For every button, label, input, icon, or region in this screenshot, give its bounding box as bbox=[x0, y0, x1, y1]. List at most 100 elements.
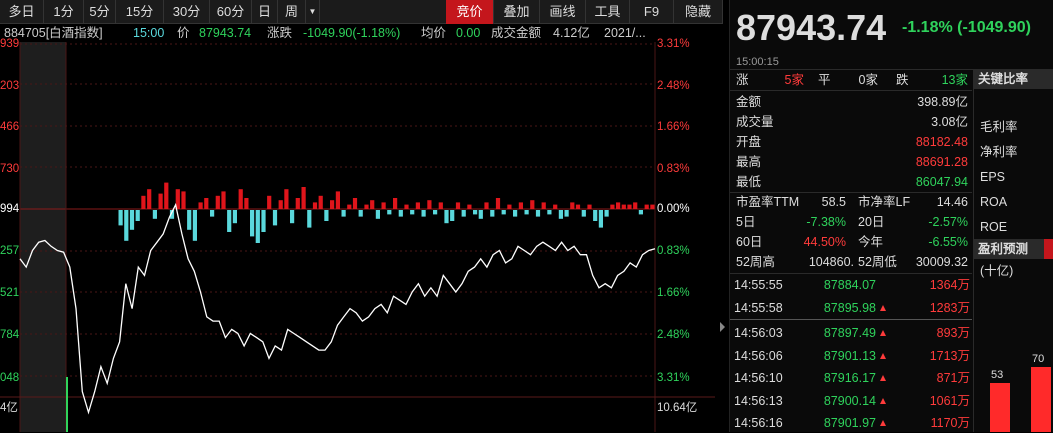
up-arrow-icon bbox=[880, 397, 886, 404]
pb-value: 14.46 bbox=[936, 195, 968, 209]
wk52-high-value: 104860. bbox=[808, 255, 854, 269]
up-bar bbox=[204, 198, 209, 209]
ytd-label: 今年 bbox=[858, 235, 884, 249]
period-tab[interactable]: 多日 bbox=[0, 0, 44, 24]
up-bar bbox=[301, 187, 306, 209]
flat-count: 0家 bbox=[858, 73, 878, 87]
down-bar bbox=[450, 210, 455, 221]
d60-label: 60日 bbox=[736, 235, 763, 249]
forecast-unit: (十亿) bbox=[980, 264, 1014, 278]
up-bar bbox=[575, 204, 581, 209]
tick-volume: 893万 bbox=[936, 326, 970, 340]
down-bar bbox=[358, 210, 363, 217]
right-axis-label: 10.64亿 bbox=[657, 402, 698, 414]
up-bar bbox=[295, 198, 300, 209]
d60-value: 44.50% bbox=[803, 235, 846, 249]
collapse-arrow-icon[interactable] bbox=[720, 322, 725, 332]
down-bar bbox=[255, 210, 260, 243]
chart-toolbar: 多日 1分 5分 15分 30分 60分日周 ▼ 竞价 叠加 画线 工具 F9 隐藏 bbox=[0, 0, 723, 24]
down-bar bbox=[124, 210, 129, 241]
forecast-bar-label: 70 bbox=[1032, 353, 1045, 365]
period-tab[interactable]: 周 bbox=[278, 0, 306, 24]
up-bar bbox=[347, 204, 352, 209]
up-bar bbox=[364, 204, 369, 209]
up-bar bbox=[284, 189, 289, 209]
d5-value: -7.38% bbox=[806, 215, 846, 229]
down-bar bbox=[187, 210, 192, 230]
toolbar-button[interactable]: 画线 bbox=[540, 0, 586, 24]
right-axis-label: 2.48% bbox=[657, 329, 690, 341]
up-bar bbox=[312, 202, 318, 209]
down-bar bbox=[341, 210, 346, 217]
tick-time: 14:56:13 bbox=[734, 393, 783, 408]
down-bar bbox=[473, 210, 478, 215]
up-bar bbox=[507, 204, 512, 209]
quote-row-value: 88691.28 bbox=[915, 155, 968, 169]
period-tab[interactable]: 5分 bbox=[84, 0, 116, 24]
up-arrow-icon bbox=[880, 304, 886, 311]
dropdown-icon[interactable]: ▼ bbox=[306, 0, 320, 24]
info-price: 87943.74 bbox=[199, 26, 252, 40]
up-arrow-icon bbox=[880, 375, 886, 381]
tick-time: 14:55:58 bbox=[734, 300, 783, 315]
up-bar bbox=[570, 202, 575, 209]
down-bar bbox=[261, 210, 266, 232]
right-axis-label: 1.66% bbox=[657, 121, 690, 133]
tick-price: 87900.14 bbox=[823, 393, 876, 408]
ratio-item[interactable]: ROA bbox=[980, 192, 1007, 212]
up-arrow-icon bbox=[880, 420, 886, 426]
quote-panel: 87943.74 -1.18% (-1049.90) 15:00:15 涨 5家平… bbox=[729, 0, 1053, 432]
tick-price: 87901.97 bbox=[823, 416, 876, 430]
period-tab[interactable]: 30分 bbox=[164, 0, 210, 24]
up-count: 5家 bbox=[784, 73, 804, 87]
toolbar-button[interactable]: 叠加 bbox=[494, 0, 540, 24]
up-bar bbox=[147, 189, 152, 209]
down-bar bbox=[152, 210, 157, 219]
down-bar bbox=[290, 210, 295, 224]
down-bar bbox=[433, 210, 438, 215]
up-bar bbox=[467, 204, 472, 209]
up-bar bbox=[427, 200, 432, 209]
down-bar bbox=[192, 210, 197, 241]
toolbar-button[interactable]: 隐藏 bbox=[674, 0, 723, 24]
toolbar-button[interactable]: 竞价 bbox=[446, 0, 494, 24]
period-tab[interactable]: 15分 bbox=[116, 0, 164, 24]
tick-price: 87897.49 bbox=[823, 326, 876, 340]
key-ratios-title[interactable]: 关键比率 bbox=[974, 69, 1053, 89]
up-bar bbox=[404, 204, 409, 209]
tick-price: 87916.17 bbox=[823, 371, 876, 385]
tick-price: 87901.13 bbox=[823, 348, 876, 363]
up-bar bbox=[141, 195, 146, 209]
period-tab[interactable]: 1分 bbox=[44, 0, 84, 24]
up-bar bbox=[158, 193, 163, 209]
quote-row-value: 398.89亿 bbox=[917, 95, 968, 109]
tick-volume: 1061万 bbox=[929, 393, 970, 408]
up-bar bbox=[381, 202, 386, 209]
period-tab[interactable]: 60分 bbox=[210, 0, 252, 24]
toolbar-button[interactable]: 工具 bbox=[586, 0, 630, 24]
down-bar bbox=[444, 210, 449, 224]
up-bar bbox=[181, 191, 186, 209]
up-bar bbox=[198, 202, 203, 209]
ratio-item[interactable]: 毛利率 bbox=[980, 117, 1018, 137]
intraday-chart[interactable] bbox=[0, 42, 715, 432]
wk52-low-value: 30009.32 bbox=[915, 255, 968, 269]
left-axis-label: 466 bbox=[0, 121, 20, 133]
volume-bar bbox=[66, 377, 68, 432]
ratio-item[interactable]: 净利率 bbox=[980, 142, 1018, 162]
quote-row-value: 3.08亿 bbox=[931, 115, 968, 129]
up-bar bbox=[455, 202, 461, 209]
ratio-item[interactable]: ROE bbox=[980, 217, 1007, 237]
up-bar bbox=[278, 200, 283, 209]
period-tab[interactable]: 日 bbox=[252, 0, 278, 24]
up-bar bbox=[352, 198, 358, 209]
toolbar-button[interactable]: F9 bbox=[630, 0, 674, 24]
down-count: 13家 bbox=[941, 73, 968, 87]
key-ratios-panel: 关键比率 毛利率 净利率 EPS ROA ROE 盈利预测 (十亿) 53 70 bbox=[973, 69, 1053, 432]
down-bar bbox=[524, 210, 529, 215]
right-axis-label: 3.31% bbox=[657, 38, 690, 50]
ratio-item[interactable]: EPS bbox=[980, 167, 1005, 187]
left-axis-label: 784 bbox=[0, 329, 20, 341]
down-bar bbox=[307, 210, 312, 228]
forecast-title[interactable]: 盈利预测 bbox=[974, 239, 1053, 259]
